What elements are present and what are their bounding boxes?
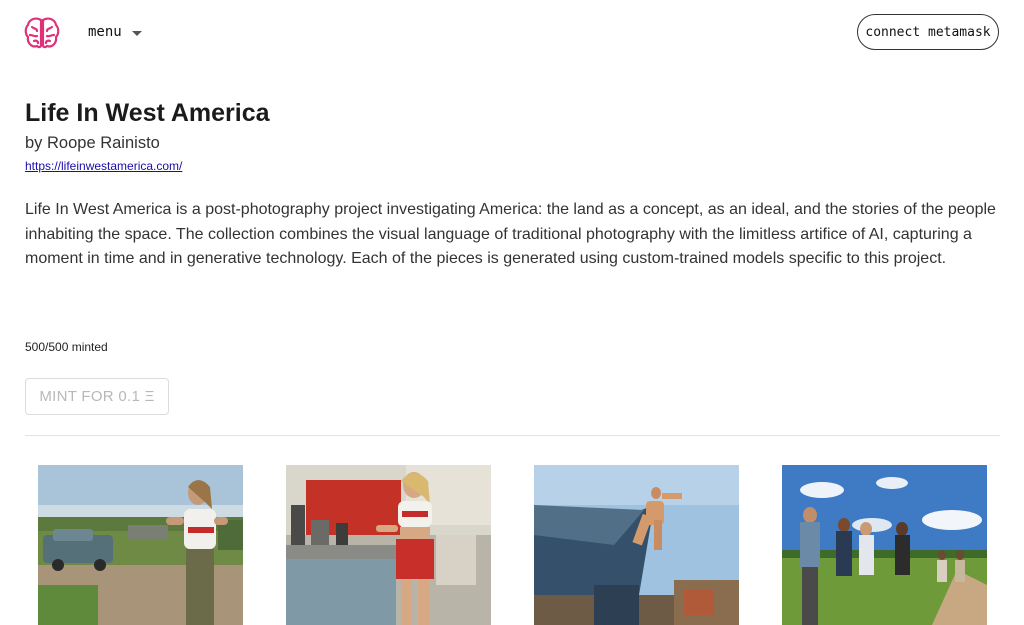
menu-dropdown[interactable]: menu <box>88 24 142 40</box>
gallery-image-1[interactable] <box>38 465 243 625</box>
gallery-image-4[interactable] <box>782 465 987 625</box>
mint-button[interactable]: MINT FOR 0.1 Ξ <box>25 378 169 415</box>
minted-count: 500/500 minted <box>25 340 108 354</box>
gallery-image-2[interactable] <box>286 465 491 625</box>
brain-icon[interactable] <box>24 16 60 50</box>
page-title: Life In West America <box>25 99 270 127</box>
gallery-image-3[interactable] <box>534 465 739 625</box>
caret-down-icon <box>131 30 142 36</box>
connect-metamask-button[interactable]: connect metamask <box>857 14 999 50</box>
divider <box>25 435 1000 436</box>
menu-label: menu <box>88 24 122 40</box>
project-description: Life In West America is a post-photograp… <box>25 201 996 267</box>
project-link[interactable]: https://lifeinwestamerica.com/ <box>25 159 182 173</box>
author: by Roope Rainisto <box>25 134 160 152</box>
header: menu connect metamask <box>0 0 1024 70</box>
